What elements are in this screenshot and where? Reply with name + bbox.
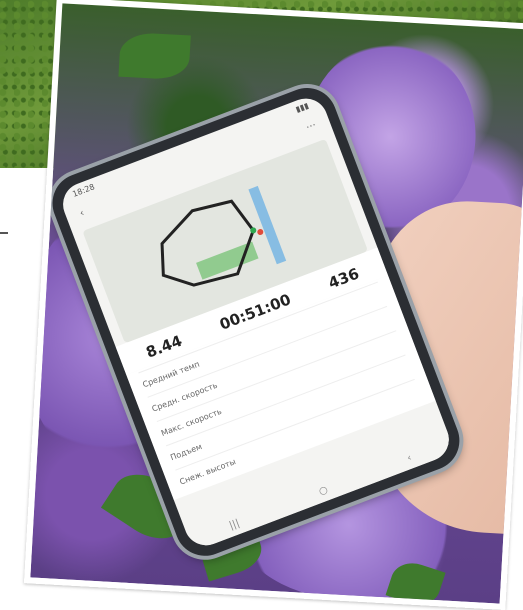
route-path [160,199,255,287]
recents-icon[interactable]: ||| [228,517,241,531]
lilac-photo: 18:28 ▮▮▮ ‹ ⋯ 8.44 00:51:00 436 Средний … [23,0,523,610]
share-icon[interactable]: ⋯ [305,120,321,140]
leaf [118,31,191,81]
back-icon[interactable]: ‹ [78,208,88,226]
edge-mark [0,232,8,234]
end-marker [257,229,264,236]
home-icon[interactable]: ○ [317,484,329,497]
back-nav-icon[interactable]: ‹ [406,452,414,464]
map-park [196,241,259,280]
